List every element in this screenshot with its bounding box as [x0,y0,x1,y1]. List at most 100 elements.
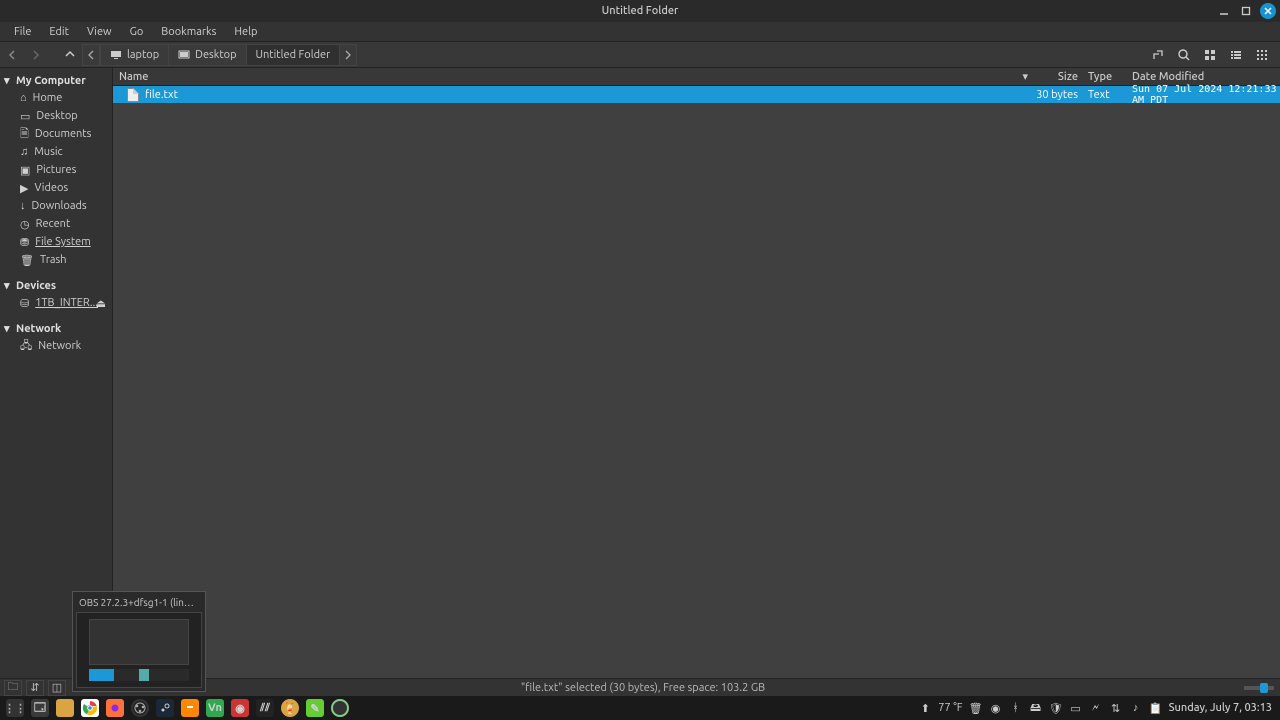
sidebar-item-downloads[interactable]: ↓Downloads [0,197,112,215]
disk-icon: ⛃ [20,236,29,249]
taskbar-app-folder[interactable] [54,697,76,719]
sidebar-item-network[interactable]: 🖧Network [0,337,112,355]
file-type: Text [1084,89,1128,101]
taskbar-preview-obs[interactable]: OBS 27.2.3+dfsg1-1 (linux) - P... [72,591,206,692]
sidebar-item-label: Desktop [36,110,77,122]
view-list-button[interactable] [1224,43,1248,67]
status-toggle-button[interactable]: ◫ [48,680,66,696]
chevron-down-icon: ▾ [4,74,12,87]
menubar: File Edit View Go Bookmarks Help [0,22,1280,42]
sidebar-section-title: My Computer [16,75,86,87]
sidebar-section-title: Devices [16,280,56,292]
sidebar-item-videos[interactable]: ▶Videos [0,179,112,197]
file-pane: Name ▾ Size Type Date Modified file.txt … [113,68,1280,678]
tray-display-icon[interactable]: ▭ [1069,701,1083,715]
chevron-down-icon: ▾ [4,279,12,292]
tray-bluetooth-icon[interactable]: ᚼ [1009,701,1023,715]
menu-view[interactable]: View [79,24,120,40]
search-button[interactable] [1172,43,1196,67]
taskbar-app-kdenlive[interactable]: ⫽⫽ [254,697,276,719]
zoom-slider[interactable] [1244,686,1274,690]
sidebar-section-network[interactable]: ▾ Network [0,320,112,337]
sidebar-item-device-1tb[interactable]: ⛁ 1TB_INTER... ⏏ [0,294,112,312]
download-icon: ↓ [20,200,26,212]
nav-up-button[interactable] [58,43,82,67]
tray-weather[interactable]: 77 °F [938,702,962,714]
column-header-date[interactable]: Date Modified [1128,71,1280,83]
file-row[interactable]: file.txt 30 bytes Text Sun 07 Jul 2024 1… [113,86,1280,103]
display-icon [178,50,190,60]
breadcrumb-laptop[interactable]: laptop [100,44,169,66]
network-icon: 🖧 [20,337,32,356]
view-compact-button[interactable] [1250,43,1274,67]
tray-battery-icon[interactable]: 🗲 [1089,701,1103,715]
breadcrumb-label: Untitled Folder [256,49,331,61]
taskbar-app-pinta[interactable]: ✎ [304,697,326,719]
taskbar-app-vlc[interactable] [179,697,201,719]
sidebar-section-my-computer[interactable]: ▾ My Computer [0,72,112,89]
sidebar-item-desktop[interactable]: ▭Desktop [0,107,112,125]
column-header-name[interactable]: Name ▾ [113,70,1034,83]
taskbar: ⋮⋮ 🗔 Vn ◉ ⫽⫽ 🍹 ✎ ⬆ 77 °F 🗑 ◉ ᚼ 🖴 🛡 ▭ 🗲 ⇅… [0,696,1280,720]
breadcrumb-next-button[interactable] [339,44,357,66]
tray-updates-icon[interactable]: ⬆ [918,701,932,715]
taskbar-app-mint[interactable] [329,697,351,719]
file-date: Sun 07 Jul 2024 12:21:33 AM PDT [1128,84,1280,106]
nav-forward-button[interactable] [24,43,48,67]
sidebar-item-pictures[interactable]: ▣Pictures [0,161,112,179]
taskbar-clock[interactable]: Sunday, July 7, 03:13 [1169,702,1272,714]
sidebar-item-label: Trash [40,254,67,266]
menu-file[interactable]: File [6,24,39,40]
taskbar-app-red[interactable]: ◉ [229,697,251,719]
toggle-location-button[interactable] [1146,43,1170,67]
sidebar-item-home[interactable]: ⌂Home [0,89,112,107]
sidebar-item-recent[interactable]: ◷ Recent [0,215,112,233]
column-header-type[interactable]: Type [1084,71,1128,83]
taskbar-app-menu[interactable]: ⋮⋮ [4,697,26,719]
status-tree-button[interactable]: ⇵ [26,680,44,696]
status-places-button[interactable]: 🗀 [4,680,22,696]
videos-icon: ▶ [20,182,28,195]
tray-shield-icon[interactable]: 🛡 [1049,701,1063,715]
file-list[interactable]: file.txt 30 bytes Text Sun 07 Jul 2024 1… [113,86,1280,678]
tray-usb-icon[interactable]: 🖴 [1029,701,1043,715]
eject-button[interactable]: ⏏ [96,297,106,310]
breadcrumb-current[interactable]: Untitled Folder [246,44,341,66]
tray-clipboard-icon[interactable]: 📋 [1149,701,1163,715]
taskbar-app-obs[interactable] [129,697,151,719]
menu-go[interactable]: Go [122,24,152,40]
window-minimize-button[interactable] [1216,3,1232,19]
menu-edit[interactable]: Edit [41,24,77,40]
sidebar-item-label: Recent [36,218,71,230]
file-size: 30 bytes [1034,89,1084,101]
tray-trash-icon[interactable]: 🗑 [969,701,983,715]
sidebar-item-label: Music [34,146,62,158]
tray-volume-icon[interactable]: ♪ [1129,701,1143,715]
sidebar-section-devices[interactable]: ▾ Devices [0,277,112,294]
clock-icon: ◷ [20,218,30,231]
taskbar-app-files[interactable]: 🗔 [29,697,51,719]
sidebar-item-trash[interactable]: 🗑Trash [0,251,112,269]
sidebar-item-music[interactable]: ♫Music [0,143,112,161]
breadcrumb-prev-button[interactable] [82,44,100,66]
sidebar-item-label: 1TB_INTER... [35,297,98,309]
sidebar-item-documents[interactable]: 🗎Documents [0,125,112,143]
taskbar-app-handbrake[interactable]: 🍹 [279,697,301,719]
tray-network-icon[interactable]: ⇅ [1109,701,1123,715]
taskbar-app-steam[interactable] [154,697,176,719]
taskbar-app-chrome[interactable] [79,697,101,719]
sidebar-item-filesystem[interactable]: ⛃File System [0,233,112,251]
window-maximize-button[interactable] [1238,3,1254,19]
menu-help[interactable]: Help [226,24,265,40]
view-icons-button[interactable] [1198,43,1222,67]
taskbar-app-vnc[interactable]: Vn [204,697,226,719]
column-header-size[interactable]: Size [1034,71,1084,83]
nav-back-button[interactable] [0,43,24,67]
tray-record-icon[interactable]: ◉ [989,701,1003,715]
window-close-button[interactable] [1260,3,1276,19]
taskbar-app-firefox[interactable] [104,697,126,719]
menu-bookmarks[interactable]: Bookmarks [153,24,224,40]
disk-icon: ⛁ [20,297,29,310]
breadcrumb-desktop[interactable]: Desktop [168,44,246,66]
column-headers: Name ▾ Size Type Date Modified [113,68,1280,86]
